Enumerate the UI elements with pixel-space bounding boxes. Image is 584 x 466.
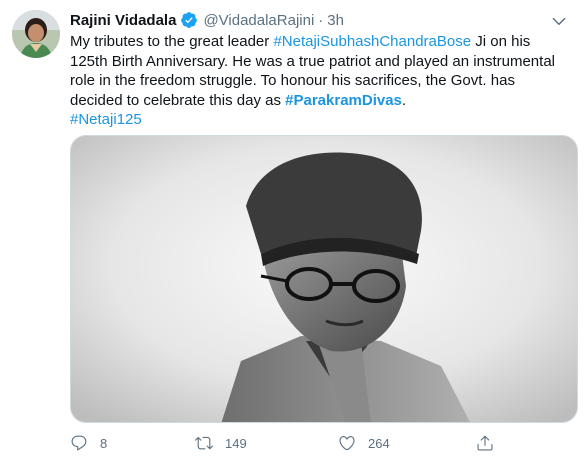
heart-icon [339, 436, 355, 451]
author-handle[interactable]: @VidadalaRajini [203, 12, 314, 29]
retweet-icon [195, 436, 213, 450]
separator-dot: · [318, 11, 324, 29]
hashtag-link[interactable]: #Netaji125 [70, 111, 142, 128]
retweet-count: 149 [225, 435, 247, 451]
tweet-time[interactable]: 3h [327, 12, 344, 29]
reply-icon [71, 435, 87, 451]
like-button[interactable]: 264 [338, 432, 390, 454]
tweet-media-image[interactable] [70, 135, 578, 423]
tweet[interactable]: Rajini Vidadala @VidadalaRajini · 3h My … [0, 0, 584, 466]
retweet-button[interactable]: 149 [195, 432, 247, 454]
tweet-text-part: . [401, 91, 407, 109]
author-name[interactable]: Rajini Vidadala [70, 12, 176, 29]
hashtag-link[interactable]: #ParakramDivas [285, 92, 402, 109]
tweet-actions: 8 149 264 [70, 432, 570, 454]
share-icon [477, 435, 493, 451]
verified-badge-icon [181, 12, 198, 28]
share-button[interactable] [476, 432, 494, 454]
tweet-text-part: My tributes to the great leader [70, 33, 274, 50]
avatar[interactable] [12, 10, 60, 58]
portrait-photo [71, 136, 577, 422]
chevron-down-icon[interactable] [550, 12, 568, 30]
hashtag-link[interactable]: #NetajiSubhashChandraBose [273, 33, 471, 50]
avatar-image [12, 10, 60, 58]
tweet-text: My tributes to the great leader #NetajiS… [70, 32, 570, 130]
reply-count: 8 [100, 435, 108, 451]
like-count: 264 [368, 435, 390, 451]
reply-button[interactable]: 8 [70, 432, 107, 454]
tweet-header: Rajini Vidadala @VidadalaRajini · 3h [70, 9, 344, 31]
